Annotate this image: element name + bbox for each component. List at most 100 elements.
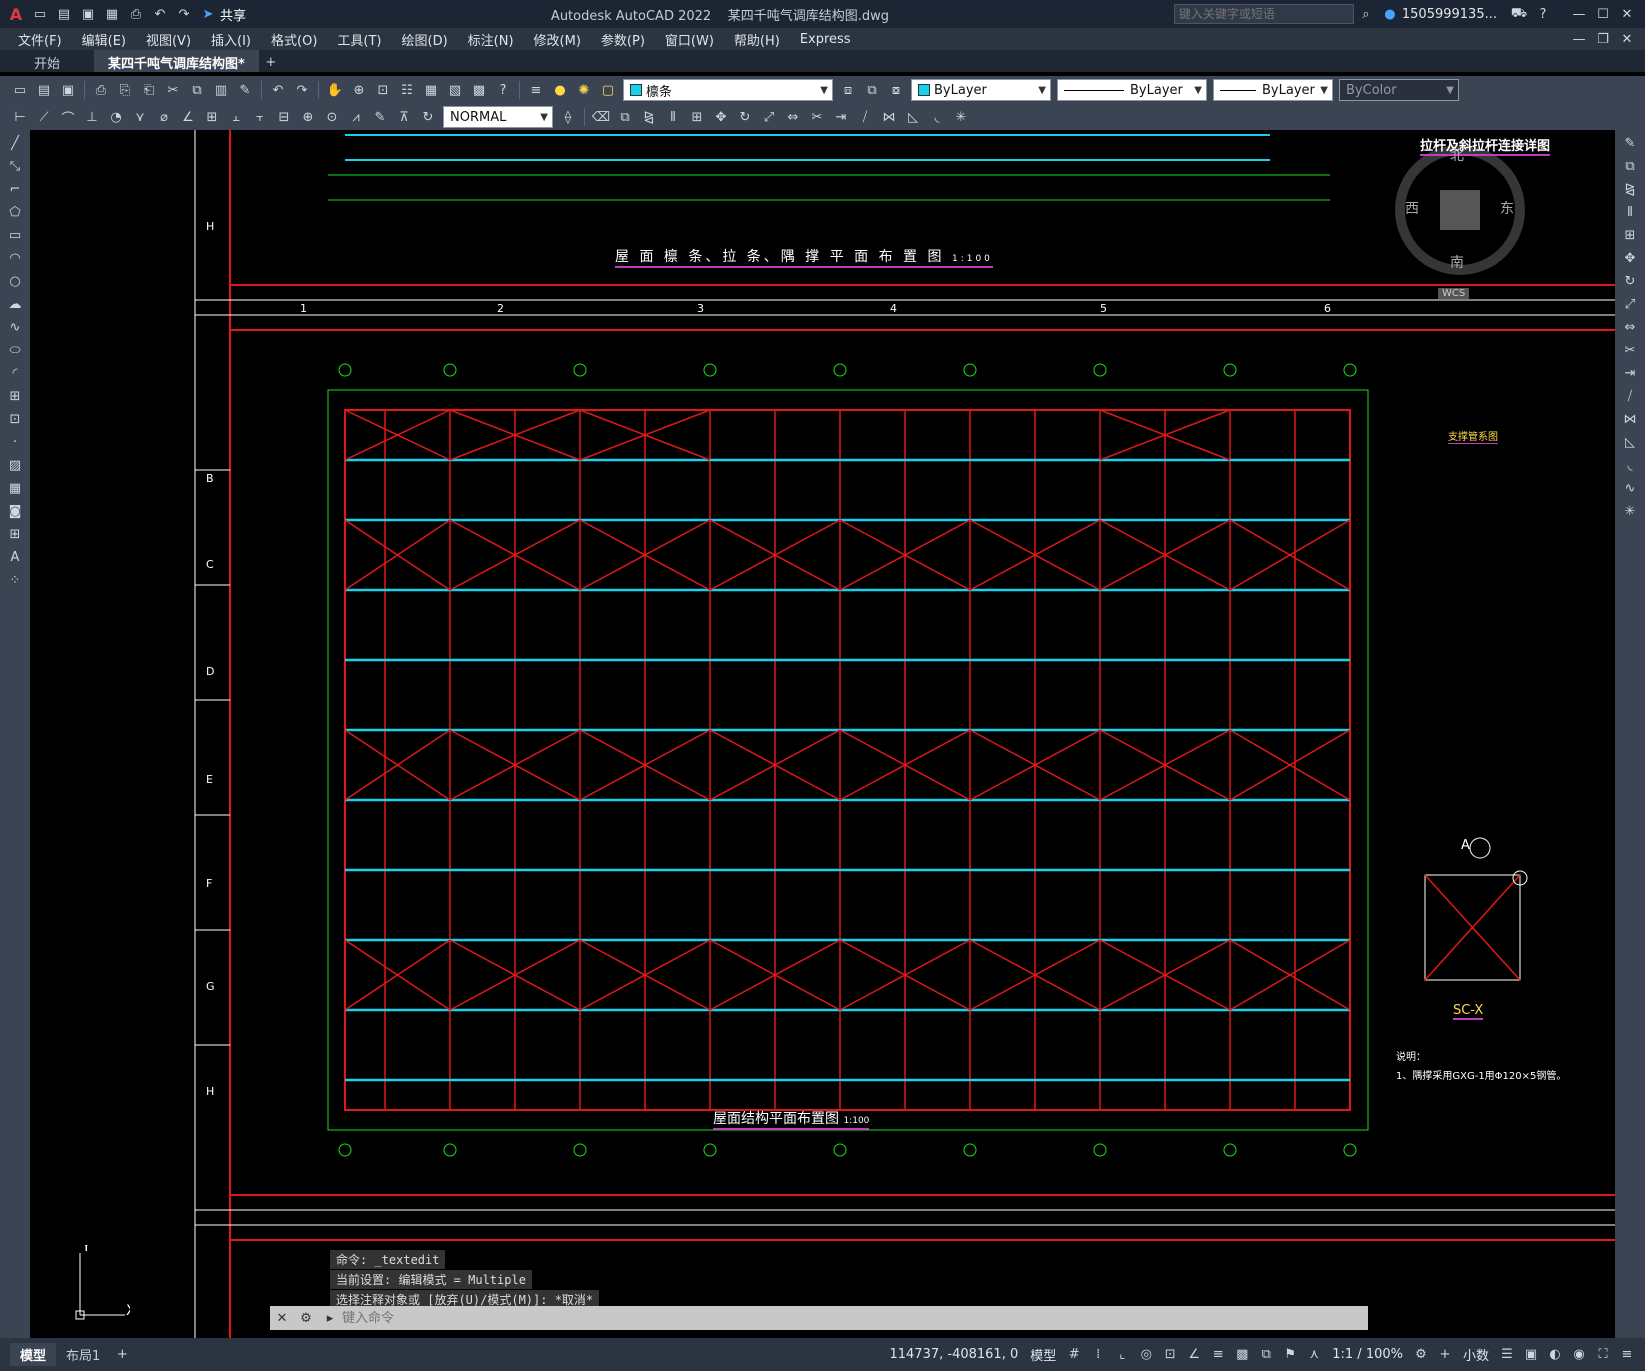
annotation-visibility-icon[interactable]: ⋏ xyxy=(1304,1345,1324,1365)
transparency-icon[interactable]: ▩ xyxy=(1232,1345,1252,1365)
linear-dim-icon[interactable]: ⊢ xyxy=(10,107,30,127)
copy-icon[interactable]: ⧉ xyxy=(187,80,207,100)
lineweight-icon[interactable]: ≡ xyxy=(1208,1345,1228,1365)
diameter-icon[interactable]: ⌀ xyxy=(154,107,174,127)
tool-palettes-icon[interactable]: ▧ xyxy=(445,80,465,100)
qsave-icon[interactable]: ▣ xyxy=(58,80,78,100)
undo-icon[interactable]: ↶ xyxy=(150,4,170,24)
add-selected-icon[interactable]: ⁘ xyxy=(5,570,25,590)
share-button[interactable]: 共享 xyxy=(220,5,246,24)
user-icon[interactable]: ● xyxy=(1380,4,1400,24)
command-input[interactable] xyxy=(342,1308,1368,1328)
menu-format[interactable]: 格式(O) xyxy=(261,30,327,49)
jogged-linear-icon[interactable]: ⩘ xyxy=(346,107,366,127)
ellipse-icon[interactable]: ⬭ xyxy=(5,340,25,360)
customize-icon[interactable]: ≡ xyxy=(1617,1345,1637,1365)
move-icon[interactable]: ✥ xyxy=(711,107,731,127)
r-explode-icon[interactable]: ✳ xyxy=(1620,501,1640,521)
continue-icon[interactable]: ⫟ xyxy=(250,107,270,127)
r-copy-icon[interactable]: ⧉ xyxy=(1620,156,1640,176)
menu-draw[interactable]: 绘图(D) xyxy=(392,30,458,49)
new-tab-icon[interactable]: + xyxy=(261,52,281,72)
r-move-icon[interactable]: ✥ xyxy=(1620,248,1640,268)
undo2-icon[interactable]: ↶ xyxy=(268,80,288,100)
layer-on-icon[interactable]: ● xyxy=(550,80,570,100)
menu-edit[interactable]: 编辑(E) xyxy=(72,30,136,49)
annotation-scale[interactable]: 1:1 / 100% xyxy=(1326,1347,1409,1362)
menu-insert[interactable]: 插入(I) xyxy=(201,30,261,49)
drawing-canvas[interactable]: 屋 面 檩 条、拉 条、隅 撑 平 面 布 置 图 1:100 屋面结构平面布置… xyxy=(30,130,1615,1338)
make-block-icon[interactable]: ⊡ xyxy=(5,409,25,429)
user-name[interactable]: 1505999135... xyxy=(1402,7,1497,22)
open-icon[interactable]: ▤ xyxy=(54,4,74,24)
selection-cycling-icon[interactable]: ⧉ xyxy=(1256,1345,1276,1365)
cart-icon[interactable]: ⛟ xyxy=(1509,4,1529,24)
save-as-icon[interactable]: ▦ xyxy=(102,4,122,24)
r-mirror-icon[interactable]: ⧎ xyxy=(1620,179,1640,199)
line-icon[interactable]: ╱ xyxy=(5,133,25,153)
array-icon[interactable]: ⊞ xyxy=(687,107,707,127)
tolerance-icon[interactable]: ⊟ xyxy=(274,107,294,127)
baseline-icon[interactable]: ⫠ xyxy=(226,107,246,127)
rotate-icon[interactable]: ↻ xyxy=(735,107,755,127)
paste-icon[interactable]: ▥ xyxy=(211,80,231,100)
maximize-icon[interactable]: ☐ xyxy=(1593,4,1613,24)
print-icon[interactable]: ⎙ xyxy=(91,80,111,100)
fillet-icon[interactable]: ◟ xyxy=(927,107,947,127)
layer-freeze-icon[interactable]: ✺ xyxy=(574,80,594,100)
spline-icon[interactable]: ∿ xyxy=(5,317,25,337)
cmd-customize-icon[interactable]: ⚙ xyxy=(296,1308,316,1328)
add-layout-icon[interactable]: + xyxy=(112,1345,132,1365)
ucs-label[interactable]: WCS xyxy=(1438,288,1470,299)
erase-icon[interactable]: ⌫ xyxy=(591,107,611,127)
otrack-icon[interactable]: ∠ xyxy=(1184,1345,1204,1365)
gradient-icon[interactable]: ▦ xyxy=(5,478,25,498)
r-trim-icon[interactable]: ✂ xyxy=(1620,340,1640,360)
share-icon[interactable]: ➤ xyxy=(198,4,218,24)
r-chamfer-icon[interactable]: ◺ xyxy=(1620,432,1640,452)
annotate-plus-icon[interactable]: + xyxy=(1435,1345,1455,1365)
matchprop-icon[interactable]: ✎ xyxy=(235,80,255,100)
mirror-icon[interactable]: ⧎ xyxy=(639,107,659,127)
arc-length-icon[interactable]: ⌒ xyxy=(58,107,78,127)
polar-icon[interactable]: ◎ xyxy=(1136,1345,1156,1365)
redo-icon[interactable]: ↷ xyxy=(174,4,194,24)
polygon-icon[interactable]: ⬠ xyxy=(5,202,25,222)
menu-tools[interactable]: 工具(T) xyxy=(327,30,391,49)
angular-icon[interactable]: ∠ xyxy=(178,107,198,127)
tab-start[interactable]: 开始 xyxy=(20,50,74,72)
region-icon[interactable]: ◙ xyxy=(5,501,25,521)
zoom-icon[interactable]: ⊕ xyxy=(349,80,369,100)
tab-drawing[interactable]: 某四千吨气调库结构图* xyxy=(94,50,259,72)
layer-state-icon[interactable]: ⧇ xyxy=(886,80,906,100)
doc-restore-icon[interactable]: ❐ xyxy=(1593,29,1613,49)
new-icon[interactable]: ▭ xyxy=(30,4,50,24)
copy-obj-icon[interactable]: ⧉ xyxy=(615,107,635,127)
dimupdate-icon[interactable]: ↻ xyxy=(418,107,438,127)
polyline-icon[interactable]: ⌐ xyxy=(5,179,25,199)
quick-properties-icon[interactable]: ☰ xyxy=(1497,1345,1517,1365)
menu-help[interactable]: 帮助(H) xyxy=(724,30,790,49)
doc-minimize-icon[interactable]: — xyxy=(1569,29,1589,49)
center-mark-icon[interactable]: ⊕ xyxy=(298,107,318,127)
menu-dimension[interactable]: 标注(N) xyxy=(458,30,524,49)
jogged-icon[interactable]: ⋎ xyxy=(130,107,150,127)
redo2-icon[interactable]: ↷ xyxy=(292,80,312,100)
minimize-icon[interactable]: — xyxy=(1569,4,1589,24)
r-fillet-icon[interactable]: ◟ xyxy=(1620,455,1640,475)
menu-file[interactable]: 文件(F) xyxy=(8,30,72,49)
osnap-icon[interactable]: ⊡ xyxy=(1160,1345,1180,1365)
linetype-select[interactable]: ByLayer ▼ xyxy=(1057,79,1207,101)
break-icon[interactable]: ⧸ xyxy=(855,107,875,127)
dimtedit-icon[interactable]: ⊼ xyxy=(394,107,414,127)
search-icon[interactable]: ⌕ xyxy=(1356,4,1376,24)
table-icon[interactable]: ⊞ xyxy=(5,524,25,544)
layer-properties-icon[interactable]: ≡ xyxy=(526,80,546,100)
close-icon[interactable]: ✕ xyxy=(1617,4,1637,24)
explode-icon[interactable]: ✳ xyxy=(951,107,971,127)
qopen-icon[interactable]: ▤ xyxy=(34,80,54,100)
color-select[interactable]: ByLayer ▼ xyxy=(911,79,1051,101)
menu-parametric[interactable]: 参数(P) xyxy=(591,30,655,49)
r-array-icon[interactable]: ⊞ xyxy=(1620,225,1640,245)
save-icon[interactable]: ▣ xyxy=(78,4,98,24)
